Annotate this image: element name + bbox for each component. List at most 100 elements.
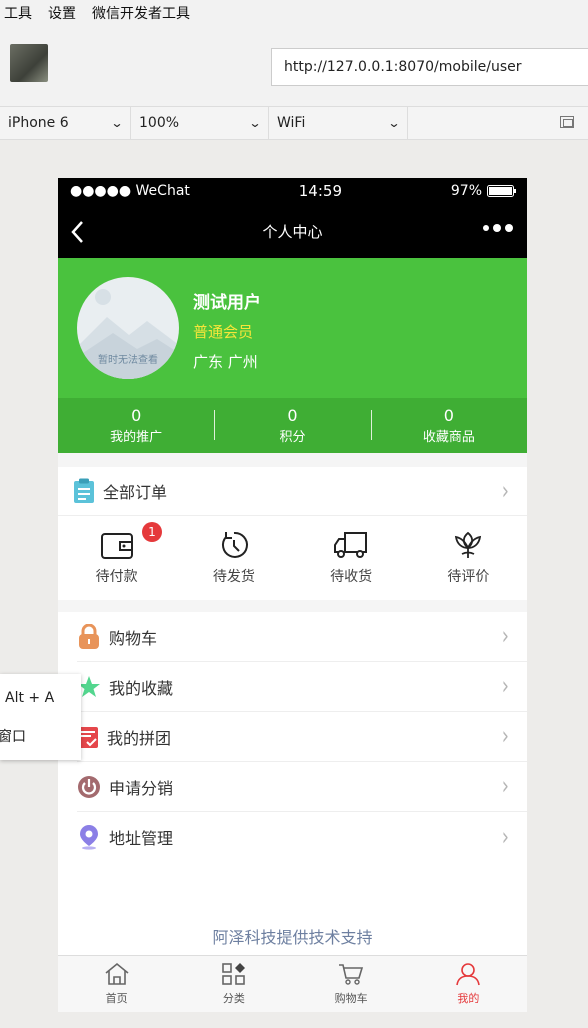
order-pending-shipment[interactable]: 待发货 xyxy=(175,516,292,600)
location-pin-icon xyxy=(80,825,98,850)
menu-item-label: 购物车 xyxy=(109,628,158,648)
tab-bar: 首页 分类 购物车 我的 xyxy=(58,955,527,1012)
chevron-right-icon: › xyxy=(501,621,509,652)
order-list-icon xyxy=(74,478,94,503)
menu-item-label: 我的拼团 xyxy=(107,728,172,748)
wallet-icon xyxy=(100,533,133,559)
menu-item-label: 地址管理 xyxy=(109,829,174,848)
phone-simulator: ●●●●● WeChat 14:59 97% 个人中心 暂时无法查看 测试用户 … xyxy=(58,178,527,1012)
section-divider xyxy=(58,600,527,612)
menu-item-group-buy[interactable]: 我的拼团 › xyxy=(77,712,527,762)
network-select-value: WiFi xyxy=(277,115,306,131)
device-select[interactable]: iPhone 6 ⌄ xyxy=(0,107,131,139)
clock-icon xyxy=(221,531,248,558)
chevron-right-icon: › xyxy=(501,671,509,702)
user-icon xyxy=(456,963,481,986)
menu-item-distribution[interactable]: 申请分销 › xyxy=(77,762,527,812)
menu-bar: 工具 设置 微信开发者工具 xyxy=(0,0,588,26)
battery-status: 97% xyxy=(451,183,517,199)
order-pending-review[interactable]: 待评价 xyxy=(410,516,527,600)
user-name: 测试用户 xyxy=(193,293,261,313)
context-menu-shortcut[interactable]: Alt + A xyxy=(5,690,54,706)
stat-value: 0 xyxy=(443,406,454,425)
all-orders-row[interactable]: 全部订单 › xyxy=(58,467,527,516)
order-status-row: 1 待付款 待发货 待收货 待评价 xyxy=(58,516,527,600)
tab-label: 我的 xyxy=(457,992,480,1005)
context-menu-item-window[interactable]: 窗口 xyxy=(0,726,26,746)
chevron-down-icon: ⌄ xyxy=(110,116,124,130)
menu-item-label: 我的收藏 xyxy=(109,678,174,698)
menu-item-favorites[interactable]: 我的收藏 › xyxy=(77,662,527,712)
stat-promotion[interactable]: 0 我的推广 xyxy=(58,398,214,453)
order-pending-payment[interactable]: 1 待付款 xyxy=(58,516,175,600)
carrier-label: ●●●●● WeChat xyxy=(70,183,190,199)
user-avatar-thumbnail[interactable] xyxy=(10,44,48,82)
more-options-icon[interactable] xyxy=(483,224,513,232)
stat-value: 0 xyxy=(131,406,142,425)
status-bar: ●●●●● WeChat 14:59 97% xyxy=(58,178,527,204)
page-title: 个人中心 xyxy=(262,222,323,241)
order-status-label: 待发货 xyxy=(212,569,255,585)
detach-window-icon[interactable] xyxy=(560,116,574,128)
chevron-down-icon: ⌄ xyxy=(248,116,262,130)
zoom-select-value: 100% xyxy=(139,115,180,131)
stat-value: 0 xyxy=(287,406,298,425)
menu-item-label: 申请分销 xyxy=(109,778,174,798)
menu-settings[interactable]: 设置 xyxy=(48,3,76,23)
order-status-label: 待付款 xyxy=(95,569,138,585)
chevron-right-icon: › xyxy=(501,771,509,802)
device-select-value: iPhone 6 xyxy=(8,115,69,131)
tab-home[interactable]: 首页 xyxy=(58,956,175,1012)
zoom-select[interactable]: 100% ⌄ xyxy=(131,107,269,139)
member-level: 普通会员 xyxy=(193,323,254,341)
address-bar: http://127.0.0.1:8070/mobile/user xyxy=(0,26,588,106)
profile-header: 暂时无法查看 测试用户 普通会员 广东 广州 xyxy=(58,258,527,398)
url-input[interactable]: http://127.0.0.1:8070/mobile/user xyxy=(271,48,588,86)
stat-favorites[interactable]: 0 收藏商品 xyxy=(370,398,527,453)
tab-label: 分类 xyxy=(222,992,245,1005)
chevron-down-icon: ⌄ xyxy=(387,116,401,130)
flower-icon xyxy=(455,531,482,558)
user-location: 广东 广州 xyxy=(193,353,258,371)
back-arrow-icon[interactable] xyxy=(70,220,86,244)
pending-payment-badge: 1 xyxy=(142,522,162,542)
chevron-right-icon: › xyxy=(501,476,509,506)
stats-bar: 0 我的推广 0 积分 0 收藏商品 xyxy=(58,398,527,453)
stat-label: 我的推广 xyxy=(110,430,163,445)
order-status-label: 待评价 xyxy=(447,569,490,585)
tab-cart[interactable]: 购物车 xyxy=(293,956,410,1012)
tab-label: 购物车 xyxy=(334,992,368,1005)
stat-label: 积分 xyxy=(279,430,306,445)
truck-icon xyxy=(334,532,368,558)
stat-label: 收藏商品 xyxy=(422,430,475,445)
cart-icon xyxy=(339,964,364,985)
power-icon xyxy=(78,775,100,798)
order-pending-receipt[interactable]: 待收货 xyxy=(293,516,410,600)
context-menu: Alt + A 窗口 xyxy=(0,674,81,760)
lock-icon xyxy=(79,623,99,649)
menu-wechat-devtools[interactable]: 微信开发者工具 xyxy=(92,3,190,23)
nav-bar: 个人中心 xyxy=(58,204,527,258)
all-orders-label: 全部订单 xyxy=(103,483,168,502)
menu-item-cart[interactable]: 购物车 › xyxy=(77,612,527,662)
menu-list: 购物车 › 我的收藏 › 我的拼团 › 申请分销 › 地址管理 › xyxy=(58,612,527,862)
chevron-right-icon: › xyxy=(501,822,509,852)
section-divider xyxy=(58,453,527,467)
avatar[interactable]: 暂时无法查看 xyxy=(77,277,179,379)
battery-icon xyxy=(487,185,516,197)
home-icon xyxy=(105,962,129,985)
tab-label: 首页 xyxy=(105,992,128,1005)
tab-category[interactable]: 分类 xyxy=(175,956,292,1012)
tab-me[interactable]: 我的 xyxy=(410,956,527,1012)
order-status-label: 待收货 xyxy=(330,569,373,585)
category-icon xyxy=(222,963,245,985)
avatar-caption: 暂时无法查看 xyxy=(98,355,158,366)
chevron-right-icon: › xyxy=(501,721,509,752)
battery-label: 97% xyxy=(450,183,482,199)
menu-item-address[interactable]: 地址管理 › xyxy=(77,812,527,862)
tech-support-text: 阿泽科技提供技术支持 xyxy=(212,928,373,947)
menu-tools[interactable]: 工具 xyxy=(4,3,32,23)
clock-label: 14:59 xyxy=(298,182,342,200)
stat-points[interactable]: 0 积分 xyxy=(214,398,370,453)
network-select[interactable]: WiFi ⌄ xyxy=(269,107,408,139)
